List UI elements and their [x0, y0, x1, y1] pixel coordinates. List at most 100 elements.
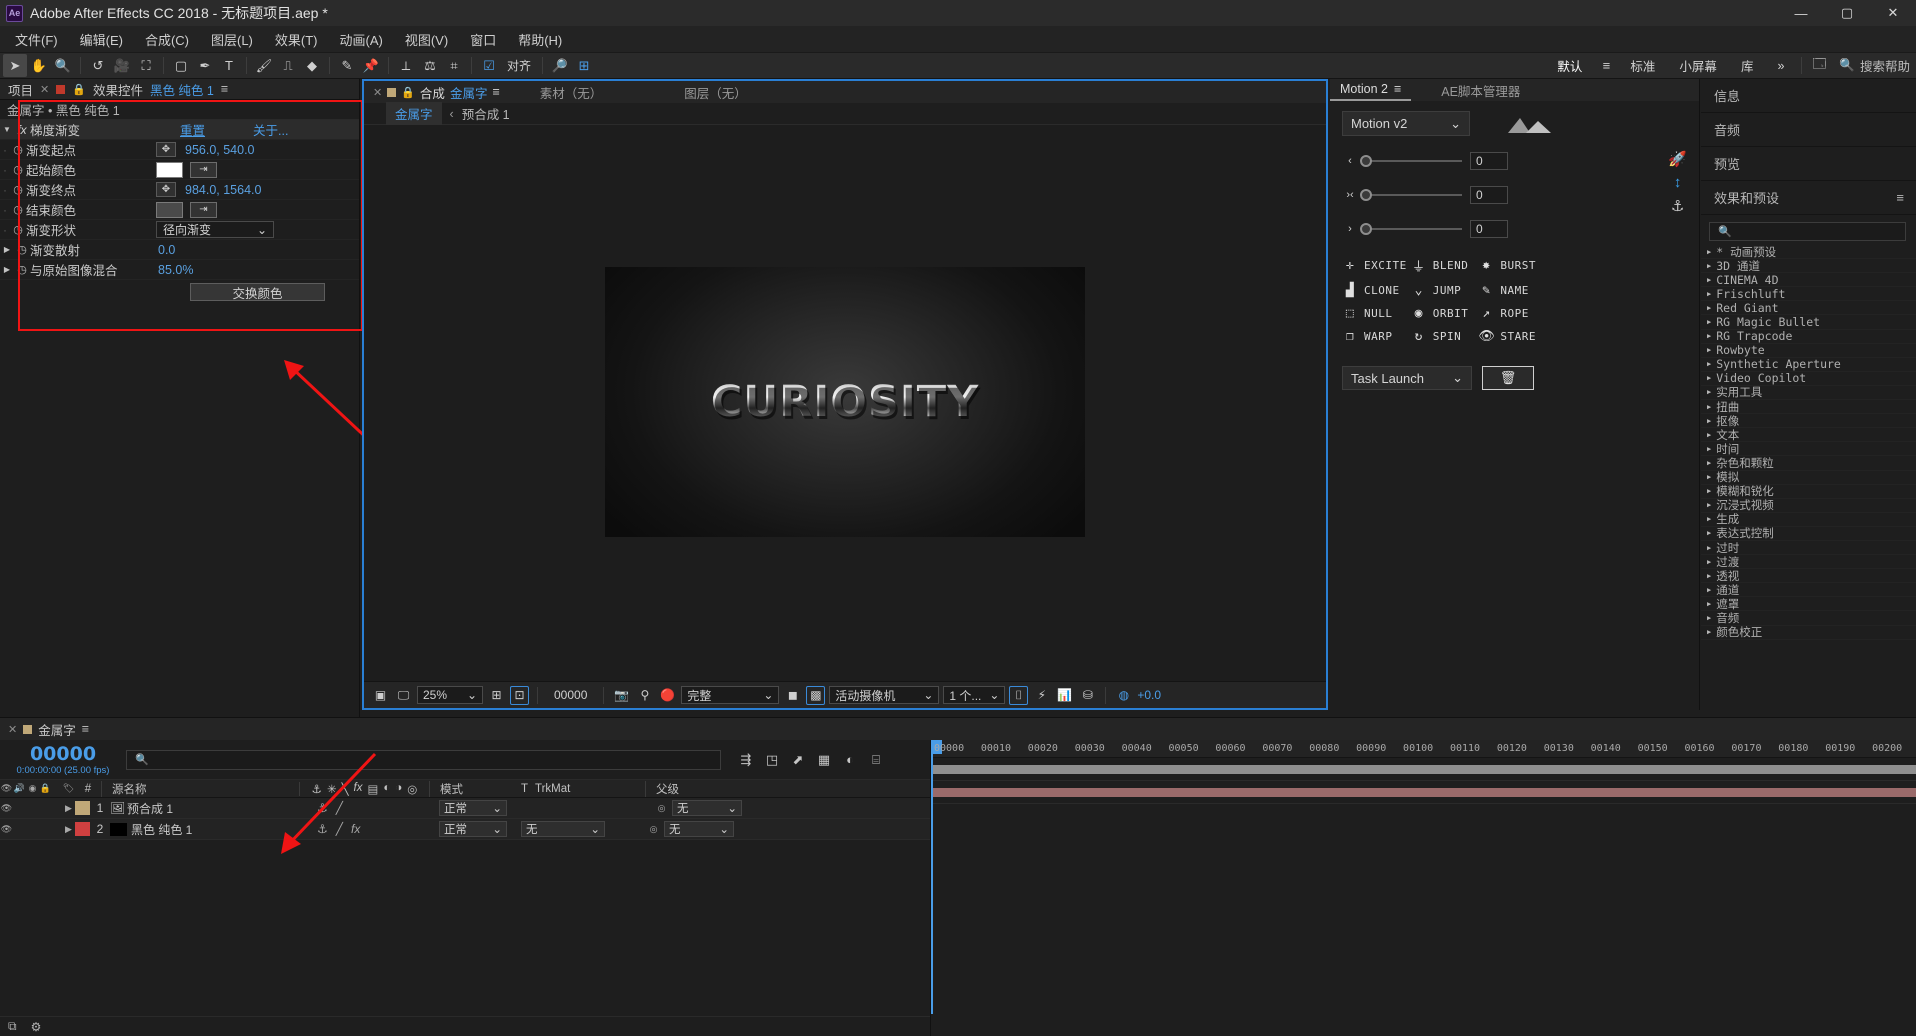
close-icon[interactable]: ✕ — [8, 723, 17, 736]
disclosure-triangle-icon[interactable]: ▶ — [1707, 417, 1711, 425]
breadcrumb-root[interactable]: 金属字 — [386, 102, 442, 125]
effects-category-item[interactable]: ▶ RG Magic Bullet — [1701, 315, 1916, 330]
fx-icon[interactable]: fx — [14, 123, 30, 137]
gradient-shape-select[interactable]: 径向渐变 ⌄ — [156, 221, 274, 238]
stopwatch-icon[interactable]: ◷ — [14, 243, 30, 256]
stopwatch-icon[interactable]: ◷ — [10, 223, 26, 236]
resolution-select[interactable]: 完整 ⌄ — [681, 686, 780, 704]
disclosure-triangle-icon[interactable]: ▼ — [0, 125, 14, 134]
disclosure-triangle-icon[interactable]: ▶ — [1707, 403, 1711, 411]
property-value[interactable]: 956.0, 540.0 — [185, 143, 255, 157]
always-preview-icon[interactable]: ▣ — [371, 686, 390, 705]
align-center-icon[interactable]: ›‹ — [1342, 189, 1358, 201]
start-color-swatch[interactable] — [156, 161, 183, 178]
clone-stamp-tool-icon[interactable]: ⎍ — [276, 54, 300, 77]
magnifier-red-icon[interactable]: 🔎 — [548, 54, 572, 77]
blend-button[interactable]: ⏚ BLEND — [1411, 256, 1475, 275]
layer-audio-icon[interactable] — [13, 823, 26, 836]
effects-category-item[interactable]: ▶ Frischluft — [1701, 287, 1916, 302]
delete-button[interactable]: 🗑 — [1482, 366, 1534, 390]
draft-3d-icon[interactable]: ◳ — [759, 749, 785, 771]
align-left-icon[interactable]: ‹ — [1342, 155, 1358, 167]
layer-audio-icon[interactable] — [13, 802, 26, 815]
task-launch-select[interactable]: Task Launch ⌄ — [1342, 366, 1472, 390]
pan-behind-tool-icon[interactable]: ⛶ — [134, 54, 158, 77]
breadcrumb-child[interactable]: 预合成 1 — [462, 104, 510, 123]
excite-button[interactable]: ✛ EXCITE — [1342, 256, 1407, 275]
lock-icon[interactable]: 🔒 — [39, 782, 52, 795]
stare-button[interactable]: 👁 STARE — [1478, 329, 1542, 344]
composition-canvas[interactable]: CURIOSITY — [605, 266, 1085, 537]
effect-header-row[interactable]: ▼ fx 梯度渐变 重置 关于... — [0, 120, 359, 140]
transparency-grid-icon[interactable]: ▩ — [806, 685, 826, 705]
exposure-reset-icon[interactable]: ◍ — [1114, 686, 1133, 705]
shy-toggle-icon[interactable]: ⚓ — [317, 822, 328, 836]
comp-flowchart-icon[interactable]: ⛁ — [1078, 686, 1097, 705]
tab-layer[interactable]: 图层（无） — [675, 82, 756, 103]
frame-render-icon[interactable]: ⚙ — [31, 1020, 42, 1034]
pen-tool-icon[interactable]: ✒ — [193, 54, 217, 77]
workspace-menu-icon[interactable]: ≡ — [1594, 54, 1618, 77]
property-value[interactable]: 0.0 — [158, 243, 175, 257]
layer-lock-icon[interactable] — [39, 802, 52, 815]
layer-label-color[interactable] — [75, 822, 90, 836]
about-link[interactable]: 关于... — [253, 120, 288, 139]
search-help-box[interactable]: 🔍 搜索帮助 — [1831, 56, 1910, 75]
disclosure-triangle-icon[interactable]: ▶ — [1707, 515, 1711, 523]
grid-overlay-icon[interactable]: ⊞ — [572, 54, 596, 77]
zoom-tool-icon[interactable]: 🔍 — [51, 54, 75, 77]
clone-button[interactable]: ▟ CLONE — [1342, 283, 1407, 298]
lock-icon[interactable]: 🔒 — [401, 86, 415, 99]
point-picker-icon[interactable]: ✥ — [156, 182, 176, 197]
layer-disclosure-icon[interactable]: ▶ — [62, 823, 75, 836]
disclosure-triangle-icon[interactable]: ▶ — [1707, 487, 1711, 495]
layer-name[interactable]: 预合成 1 — [127, 800, 309, 817]
panel-effects-presets[interactable]: 效果和预设 ≡ — [1701, 181, 1916, 215]
disclosure-triangle-icon[interactable]: ▶ — [1707, 360, 1711, 368]
disclosure-triangle-icon[interactable]: ▶ — [1707, 558, 1711, 566]
close-icon[interactable]: ✕ — [373, 86, 382, 99]
region-of-interest-icon[interactable]: ⊡ — [510, 685, 529, 705]
composition-viewer-stage[interactable]: CURIOSITY — [364, 125, 1326, 678]
hand-tool-icon[interactable]: ✋ — [27, 54, 51, 77]
selection-tool-icon[interactable]: ➤ — [3, 54, 27, 77]
menu-layer[interactable]: 图层(L) — [200, 27, 264, 52]
menu-window[interactable]: 窗口 — [459, 27, 507, 52]
property-value[interactable]: 85.0% — [158, 263, 193, 277]
layer-visibility-icon[interactable]: 👁 — [0, 802, 13, 815]
pixel-aspect-correction-icon[interactable]: ⌷ — [1009, 685, 1029, 705]
view-count-select[interactable]: 1 个... ⌄ — [943, 686, 1006, 704]
camera-view-select[interactable]: 活动摄像机 ⌄ — [829, 686, 940, 704]
layer-switches[interactable]: ⚓ ╱ fx — [309, 822, 439, 836]
zoom-level-select[interactable]: 25% ⌄ — [417, 686, 483, 704]
video-eye-icon[interactable]: 👁 — [0, 782, 13, 795]
parent-pickwhip-icon[interactable]: ◎ — [647, 823, 660, 836]
channel-rgb-icon[interactable]: 🔴 — [658, 686, 677, 705]
maximize-button[interactable]: ▢ — [1824, 0, 1870, 26]
layer-solo-icon[interactable] — [26, 802, 39, 815]
property-value[interactable]: 984.0, 1564.0 — [185, 183, 261, 197]
disclosure-triangle-icon[interactable]: ▶ — [1707, 304, 1711, 312]
menu-help[interactable]: 帮助(H) — [507, 27, 573, 52]
tab-motion2[interactable]: Motion 2 ≡ — [1330, 79, 1412, 101]
layer-parent-select[interactable]: 无 ⌄ — [672, 800, 742, 816]
disclosure-triangle-icon[interactable]: ▶ — [1707, 374, 1711, 382]
effects-category-item[interactable]: ▶ 3D 通道 — [1701, 259, 1916, 274]
tab-effect-controls[interactable]: 效果控件 — [93, 80, 143, 99]
menu-file[interactable]: 文件(F) — [4, 27, 69, 52]
audio-speaker-icon[interactable]: 🔊 — [13, 782, 26, 795]
snapshot-icon[interactable]: 📷 — [612, 686, 631, 705]
effects-category-item[interactable]: ▶ Synthetic Aperture — [1701, 357, 1916, 372]
timeline-comp-name[interactable]: 金属字 — [38, 720, 76, 739]
minimize-button[interactable]: — — [1778, 0, 1824, 26]
disclosure-triangle-icon[interactable]: ▶ — [1707, 614, 1711, 622]
layer-duration-bar[interactable] — [933, 765, 1916, 774]
quality-toggle-icon[interactable]: ╱ — [336, 801, 343, 815]
disclosure-triangle-icon[interactable]: ▶ — [1707, 529, 1711, 537]
menu-view[interactable]: 视图(V) — [394, 27, 459, 52]
layer-name[interactable]: 黑色 纯色 1 — [127, 821, 309, 838]
disclosure-triangle-icon[interactable]: ▶ — [1707, 628, 1711, 636]
disclosure-triangle-icon[interactable]: ▶ — [1707, 332, 1711, 340]
stopwatch-icon[interactable]: ◷ — [10, 183, 26, 196]
effects-category-item[interactable]: ▶ 颜色校正 — [1701, 625, 1916, 640]
